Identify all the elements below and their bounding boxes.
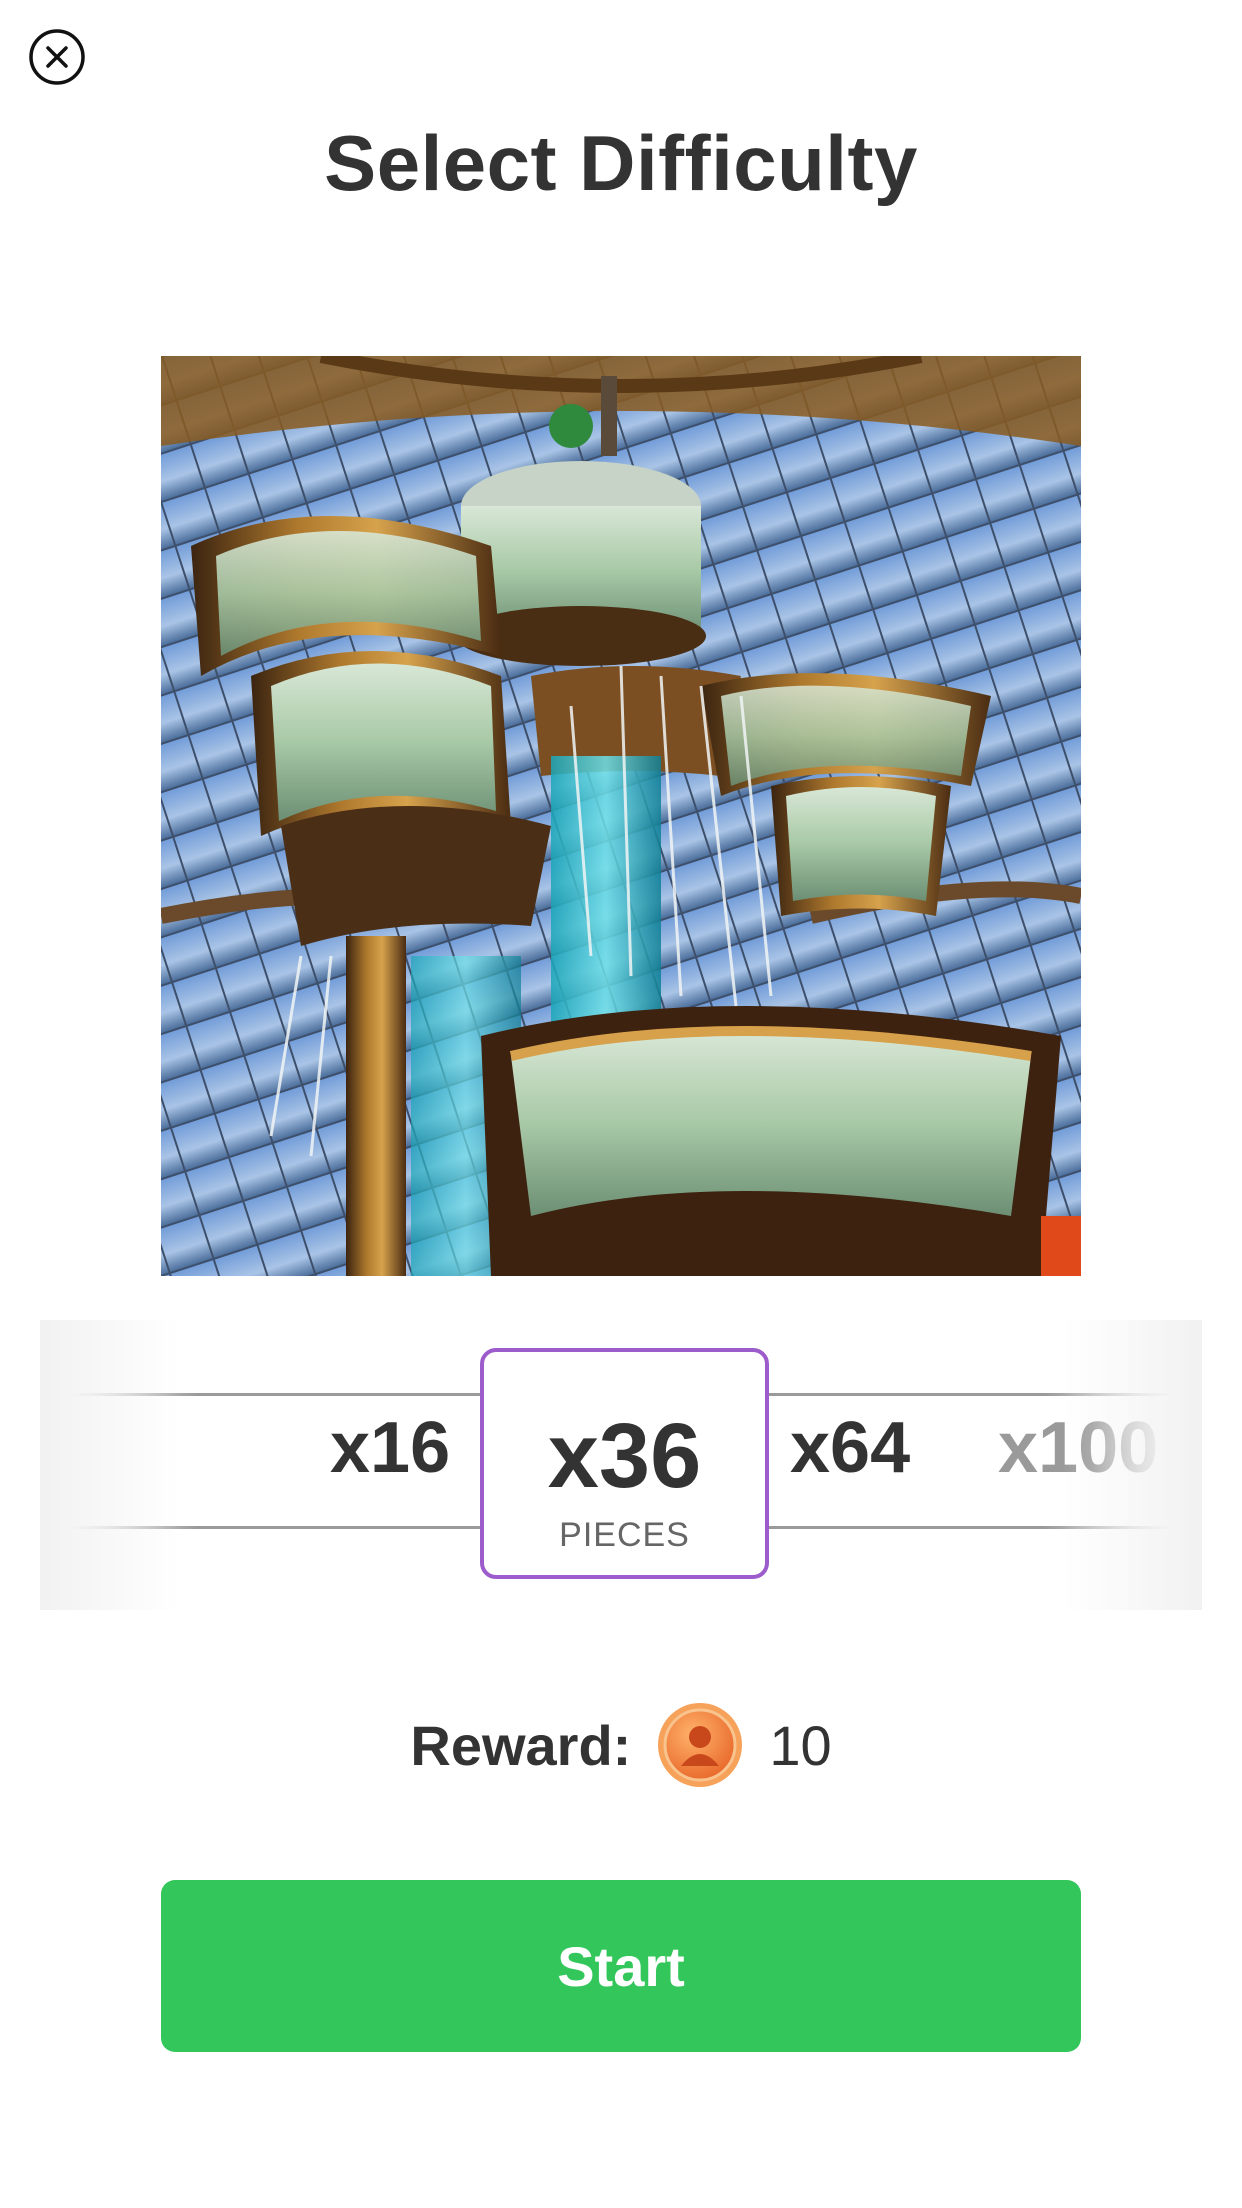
selected-piece-count: x36	[547, 1405, 702, 1507]
difficulty-screen: Select Difficulty x16 x36 PIECES x64 x10…	[0, 0, 1242, 2208]
close-icon[interactable]	[28, 28, 86, 86]
reward-value: 10	[769, 1713, 832, 1777]
start-button[interactable]: Start	[161, 1880, 1081, 2052]
fountain-photo	[161, 356, 1081, 1276]
difficulty-option-64[interactable]: x64	[790, 1412, 910, 1484]
difficulty-option-selected[interactable]: x36 PIECES	[480, 1348, 769, 1579]
page-title: Select Difficulty	[324, 119, 918, 207]
puzzle-preview-image	[161, 356, 1081, 1276]
difficulty-option-100[interactable]: x100	[998, 1412, 1168, 1484]
coin-icon	[658, 1703, 743, 1787]
selected-piece-unit: PIECES	[559, 1516, 690, 1554]
reward-label: Reward:	[410, 1713, 632, 1777]
reward-row: Reward: 10	[0, 1700, 1242, 1790]
difficulty-picker[interactable]: x16 x36 PIECES x64 x100	[40, 1320, 1202, 1610]
difficulty-option-16[interactable]: x16	[330, 1412, 450, 1484]
